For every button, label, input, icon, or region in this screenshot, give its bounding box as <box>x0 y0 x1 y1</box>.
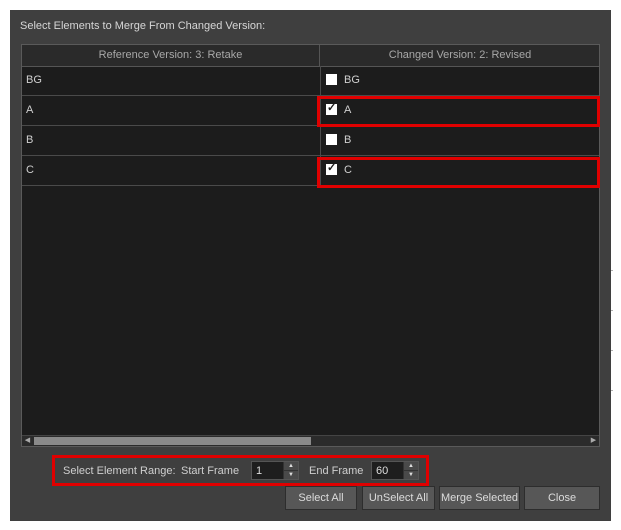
reference-element-name: BG <box>22 66 321 95</box>
end-frame-value[interactable]: 60 <box>376 465 388 477</box>
scroll-left-icon[interactable]: ◀ <box>22 436 33 446</box>
unselect-all-button[interactable]: UnSelect All <box>362 486 435 510</box>
element-checkbox[interactable] <box>326 133 337 145</box>
column-header-reference[interactable]: Reference Version: 3: Retake <box>22 45 320 66</box>
end-frame-label: End Frame <box>309 465 364 477</box>
edge-tick <box>611 310 613 311</box>
changed-element-name: BG <box>344 74 360 86</box>
reference-element-name: B <box>22 126 321 155</box>
table-row[interactable]: BG BG <box>22 66 599 96</box>
end-frame-stepper[interactable]: ▲ ▼ <box>403 462 418 479</box>
table-header: Reference Version: 3: Retake Changed Ver… <box>22 45 599 67</box>
start-frame-spinbox[interactable]: 1 ▲ ▼ <box>251 461 299 480</box>
elements-table: Reference Version: 3: Retake Changed Ver… <box>21 44 600 447</box>
merge-dialog: Select Elements to Merge From Changed Ve… <box>10 10 611 521</box>
element-checkbox[interactable]: ✓ <box>326 101 337 115</box>
changed-element-cell[interactable]: ✓ A <box>321 96 599 125</box>
window-edge <box>611 10 621 521</box>
increment-icon[interactable]: ▲ <box>284 462 298 471</box>
start-frame-label: Start Frame <box>181 465 240 477</box>
table-row[interactable]: C ✓ C <box>22 156 599 186</box>
checkmark-icon: ✓ <box>327 101 337 114</box>
increment-icon[interactable]: ▲ <box>404 462 418 471</box>
reference-element-name: C <box>22 156 321 185</box>
changed-element-name: C <box>344 164 352 176</box>
element-range-label: Select Element Range: <box>63 465 176 477</box>
dialog-title: Select Elements to Merge From Changed Ve… <box>20 20 266 32</box>
scrollbar-thumb[interactable] <box>34 437 311 445</box>
merge-selected-button[interactable]: Merge Selected <box>439 486 520 510</box>
changed-element-cell[interactable]: BG <box>321 66 599 95</box>
horizontal-scrollbar[interactable]: ◀ ▶ <box>22 435 599 446</box>
start-frame-stepper[interactable]: ▲ ▼ <box>283 462 298 479</box>
select-all-button[interactable]: Select All <box>285 486 357 510</box>
element-range-bar: Select Element Range: Start Frame 1 ▲ ▼ … <box>53 456 429 486</box>
scroll-right-icon[interactable]: ▶ <box>588 436 599 446</box>
edge-tick <box>611 350 613 351</box>
edge-tick <box>611 270 613 271</box>
changed-element-name: B <box>344 134 352 146</box>
changed-element-cell[interactable]: B <box>321 126 599 155</box>
reference-element-name: A <box>22 96 321 125</box>
start-frame-value[interactable]: 1 <box>256 465 262 477</box>
end-frame-spinbox[interactable]: 60 ▲ ▼ <box>371 461 419 480</box>
column-header-changed[interactable]: Changed Version: 2: Revised <box>321 45 599 66</box>
decrement-icon[interactable]: ▼ <box>404 471 418 479</box>
element-checkbox[interactable]: ✓ <box>326 161 337 175</box>
decrement-icon[interactable]: ▼ <box>284 471 298 479</box>
table-row[interactable]: B B <box>22 126 599 156</box>
changed-element-cell[interactable]: ✓ C <box>321 156 599 185</box>
edge-tick <box>611 390 613 391</box>
element-checkbox[interactable] <box>326 73 337 85</box>
checkmark-icon: ✓ <box>327 161 337 174</box>
table-row[interactable]: A ✓ A <box>22 96 599 126</box>
close-button[interactable]: Close <box>524 486 600 510</box>
changed-element-name: A <box>344 104 352 116</box>
